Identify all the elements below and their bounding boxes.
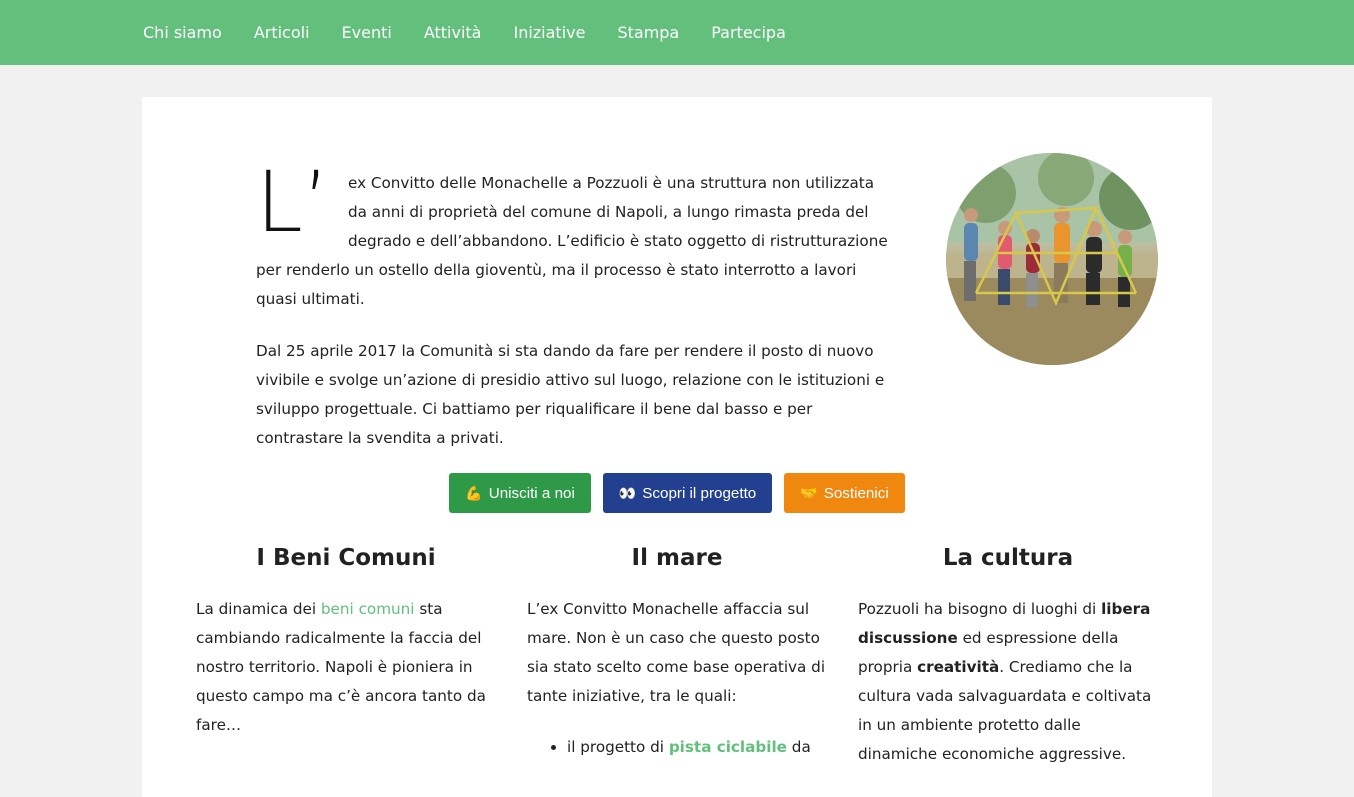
join-button-label: Unisciti a noi — [488, 484, 575, 502]
text-span: Pozzuoli ha bisogno di luoghi di — [858, 600, 1102, 618]
intro-section: L’ ex Convitto delle Monachelle a Pozzuo… — [256, 153, 891, 476]
column-text-beni-comuni: La dinamica dei beni comuni sta cambiand… — [196, 595, 496, 740]
text-span: il progetto di — [567, 738, 669, 756]
beni-comuni-link[interactable]: beni comuni — [321, 600, 415, 618]
feature-columns: I Beni Comuni La dinamica dei beni comun… — [196, 543, 1158, 769]
text-span: da — [786, 738, 811, 756]
eyes-icon: 👀 — [618, 484, 637, 501]
column-title-il-mare: Il mare — [631, 545, 723, 571]
discover-project-button[interactable]: 👀 Scopri il progetto — [602, 473, 773, 513]
join-button[interactable]: 💪 Unisciti a noi — [449, 473, 591, 513]
group-photo-illustration — [946, 153, 1158, 365]
initiatives-list: il progetto di pista ciclabile da — [527, 733, 827, 762]
column-title-beni-comuni: I Beni Comuni — [256, 545, 436, 571]
intro-paragraph-1: ex Convitto delle Monachelle a Pozzuoli … — [256, 174, 888, 308]
column-il-mare: Il mare L’ex Convitto Monachelle affacci… — [527, 543, 827, 769]
column-text-la-cultura: Pozzuoli ha bisogno di luoghi di libera … — [858, 595, 1158, 769]
text-span: sta cambiando radicalmente la faccia del… — [196, 600, 486, 734]
column-beni-comuni: I Beni Comuni La dinamica dei beni comun… — [196, 543, 496, 769]
content-card: L’ ex Convitto delle Monachelle a Pozzuo… — [142, 97, 1212, 797]
support-button[interactable]: 🤝 Sostienici — [784, 473, 905, 513]
discover-project-button-label: Scopri il progetto — [642, 484, 757, 502]
column-title-la-cultura: La cultura — [942, 545, 1074, 571]
text-span: La dinamica dei — [196, 600, 321, 618]
support-button-label: Sostienici — [823, 484, 889, 502]
column-text-il-mare: L’ex Convitto Monachelle affaccia sul ma… — [527, 600, 826, 705]
pista-ciclabile-link[interactable]: pista ciclabile — [669, 738, 787, 756]
nav-stampa[interactable]: Stampa — [617, 23, 679, 42]
list-item: il progetto di pista ciclabile da — [567, 733, 827, 762]
bold-text: creatività — [917, 658, 1000, 676]
community-photo — [946, 153, 1158, 365]
dropcap: L’ — [256, 153, 330, 251]
nav-eventi[interactable]: Eventi — [342, 23, 392, 42]
top-navigation: Chi siamo Articoli Eventi Attività Inizi… — [0, 0, 1354, 65]
column-la-cultura: La cultura Pozzuoli ha bisogno di luoghi… — [858, 543, 1158, 769]
flexed-biceps-icon: 💪 — [465, 484, 483, 501]
nav-partecipa[interactable]: Partecipa — [711, 23, 786, 42]
nav-articoli[interactable]: Articoli — [254, 23, 310, 42]
nav-iniziative[interactable]: Iniziative — [513, 23, 585, 42]
handshake-icon: 🤝 — [800, 484, 818, 501]
action-buttons: 💪 Unisciti a noi 👀 Scopri il progetto 🤝 … — [142, 473, 1212, 513]
intro-paragraph-2: Dal 25 aprile 2017 la Comunità si sta da… — [256, 342, 885, 447]
nav-attivita[interactable]: Attività — [424, 23, 482, 42]
nav-chi-siamo[interactable]: Chi siamo — [143, 23, 222, 42]
